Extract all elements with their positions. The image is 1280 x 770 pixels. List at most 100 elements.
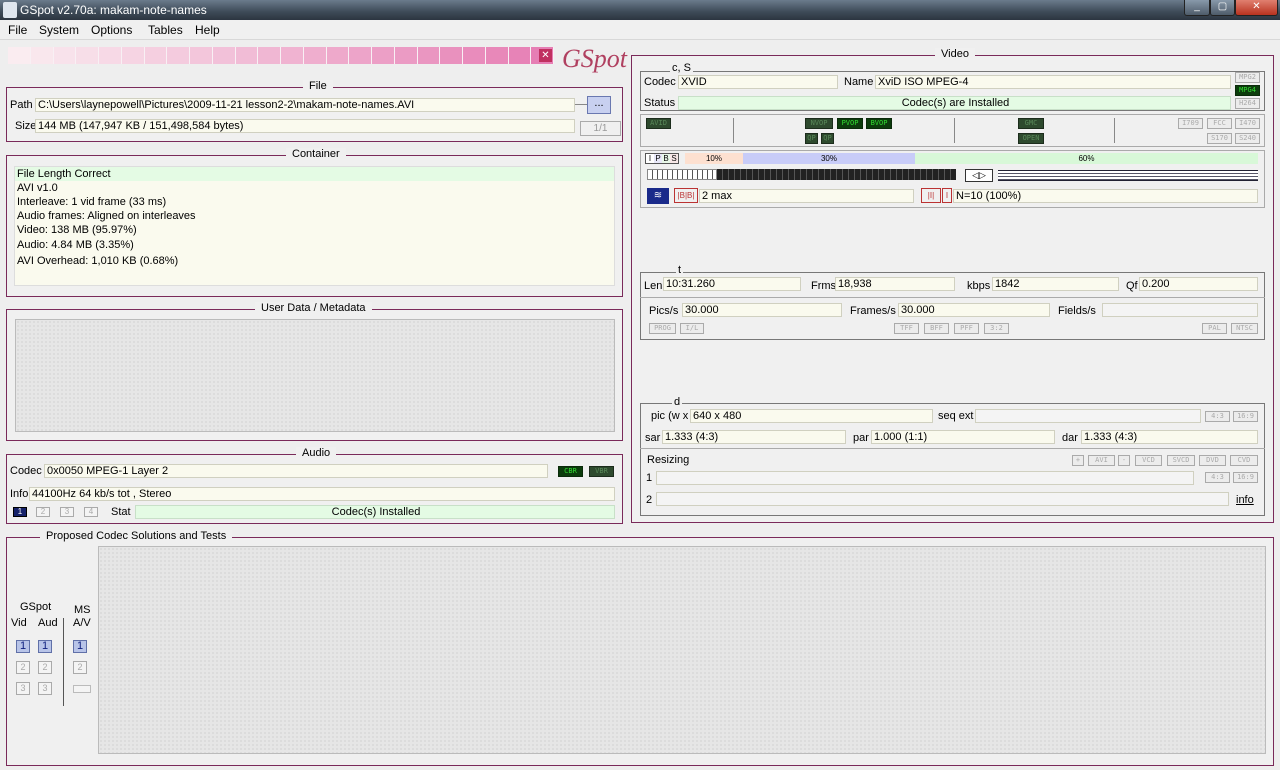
pics-field: 30.000 <box>682 303 842 317</box>
frames-field: 30.000 <box>898 303 1050 317</box>
progress-segment <box>167 47 190 64</box>
audio-stream-tab-1[interactable]: 1 <box>13 507 27 517</box>
gspot-aud-button-1[interactable]: 1 <box>38 640 52 653</box>
resize-4-3-indicator: 4:3 <box>1205 472 1230 483</box>
metadata-text-area[interactable] <box>15 319 615 432</box>
resize-svcd-button[interactable]: SVCD <box>1167 455 1195 466</box>
pic-label: pic (w x <box>651 410 689 422</box>
flags-divider-2 <box>954 118 955 143</box>
menu-help[interactable]: Help <box>195 23 220 37</box>
timing-divider <box>640 297 1265 298</box>
container-line: Interleave: 1 vid frame (33 ms) <box>17 196 167 208</box>
sar-field: 1.333 (4:3) <box>662 430 846 444</box>
menu-options[interactable]: Options <box>91 23 132 37</box>
audio-stat-field: Codec(s) Installed <box>135 505 615 519</box>
container-line: File Length Correct <box>15 167 614 181</box>
qf-field: 0.200 <box>1139 277 1258 291</box>
ms-av-button-2[interactable]: 2 <box>73 661 87 674</box>
progress-segment <box>121 47 145 64</box>
par-label: par <box>853 432 869 444</box>
gspot-vid-button-3[interactable]: 3 <box>16 682 30 695</box>
gspot-aud-button-2[interactable]: 2 <box>38 661 52 674</box>
len-label: Len <box>644 280 663 292</box>
progress-segment <box>76 47 99 64</box>
s170-indicator: S170 <box>1207 133 1232 144</box>
resize-cvd-button[interactable]: CVD <box>1230 455 1258 466</box>
frms-label: Frms <box>811 280 837 292</box>
flags-divider-1 <box>733 118 734 143</box>
solutions-divider <box>63 618 64 706</box>
pvop-indicator: PVOP <box>837 118 863 129</box>
size-label: Size <box>15 120 37 132</box>
vbr-indicator: VBR <box>589 466 614 477</box>
minimize-button[interactable]: _ <box>1184 0 1210 16</box>
video-group-title: Video <box>935 48 975 60</box>
solutions-group: Proposed Codec Solutions and Tests GSpot… <box>6 530 1274 766</box>
open-indicator: OPEN <box>1018 133 1044 144</box>
qf-label: Qf <box>1126 280 1138 292</box>
gspot-logo: GSpot <box>562 44 627 73</box>
qp-indicator: QP <box>805 133 818 144</box>
menu-tables[interactable]: Tables <box>148 23 183 37</box>
audio-codec-label: Codec <box>10 465 42 477</box>
stop-icon[interactable]: ✕ <box>539 49 552 62</box>
resize-row2-label: 2 <box>646 494 653 506</box>
gspot-vid-button-1[interactable]: 1 <box>16 640 30 653</box>
container-line: Audio: 4.84 MB (3.35%) <box>17 239 134 251</box>
resize-minus-button[interactable]: - <box>1118 455 1130 466</box>
path-connector <box>575 104 587 105</box>
menu-system[interactable]: System <box>39 23 79 37</box>
audio-stat-label: Stat <box>111 506 131 518</box>
av-label: A/V <box>73 617 91 629</box>
progress-segment <box>303 47 327 64</box>
resize-dvd-button[interactable]: DVD <box>1199 455 1226 466</box>
gspot-aud-button-3[interactable]: 3 <box>38 682 52 695</box>
browse-button[interactable]: ... <box>587 96 611 114</box>
file-group: File Path C:\Users\laynepowell\Pictures\… <box>6 80 623 142</box>
tff-indicator: TFF <box>894 323 919 334</box>
progress-segment <box>190 47 213 64</box>
frame-type-i: I <box>646 154 654 163</box>
vid-label: Vid <box>11 617 27 629</box>
gspot-vid-button-2[interactable]: 2 <box>16 661 30 674</box>
resize-row2-field <box>656 492 1229 506</box>
pic-field: 640 x 480 <box>690 409 933 423</box>
progress-segment <box>30 47 54 64</box>
ms-av-slot-3[interactable] <box>73 685 91 693</box>
resize-avi-button[interactable]: AVI <box>1088 455 1115 466</box>
solutions-text-area[interactable] <box>98 546 1266 754</box>
file-counter[interactable]: 1/1 <box>580 121 621 136</box>
dar-field: 1.333 (4:3) <box>1081 430 1258 444</box>
video-codec-label: Codec <box>644 76 676 88</box>
seqext-label: seq ext <box>938 410 974 422</box>
info-link[interactable]: info <box>1236 494 1254 506</box>
resize-vcd-button[interactable]: VCD <box>1135 455 1162 466</box>
resize-plus-button[interactable]: + <box>1072 455 1084 466</box>
container-line: AVI Overhead: 1,010 KB (0.68%) <box>17 255 179 267</box>
container-line: Video: 138 MB (95.97%) <box>17 224 137 236</box>
progress-segment <box>440 47 463 64</box>
maximize-button[interactable]: ▢ <box>1210 0 1235 16</box>
avid-indicator: AVID <box>646 118 671 129</box>
close-button[interactable]: ✕ <box>1235 0 1278 16</box>
path-field[interactable]: C:\Users\laynepowell\Pictures\2009-11-21… <box>35 98 575 112</box>
resize-16-9-indicator: 16:9 <box>1233 472 1258 483</box>
cbr-indicator: CBR <box>558 466 583 477</box>
p-frame-percent: 30% <box>743 153 915 164</box>
i-frame-percent: 10% <box>685 153 743 164</box>
audio-stream-tab-4[interactable]: 4 <box>84 507 98 517</box>
audio-stream-tab-3[interactable]: 3 <box>60 507 74 517</box>
gop-pattern-dark <box>717 169 956 180</box>
ms-av-button-1[interactable]: 1 <box>73 640 87 653</box>
i709-indicator: I709 <box>1178 118 1203 129</box>
audio-stream-tab-2[interactable]: 2 <box>36 507 50 517</box>
gop-marker-icon: ◁▷ <box>965 169 993 182</box>
video-codec-field: XVID <box>678 75 838 89</box>
menu-file[interactable]: File <box>8 23 27 37</box>
progress-segment <box>99 47 122 64</box>
d-label: d <box>672 396 683 408</box>
frame-type-legend: I P B S <box>645 153 679 164</box>
path-label: Path <box>10 99 33 111</box>
gop-analyze-icon[interactable]: ≋ <box>647 188 669 204</box>
ms-label: MS <box>74 604 91 616</box>
